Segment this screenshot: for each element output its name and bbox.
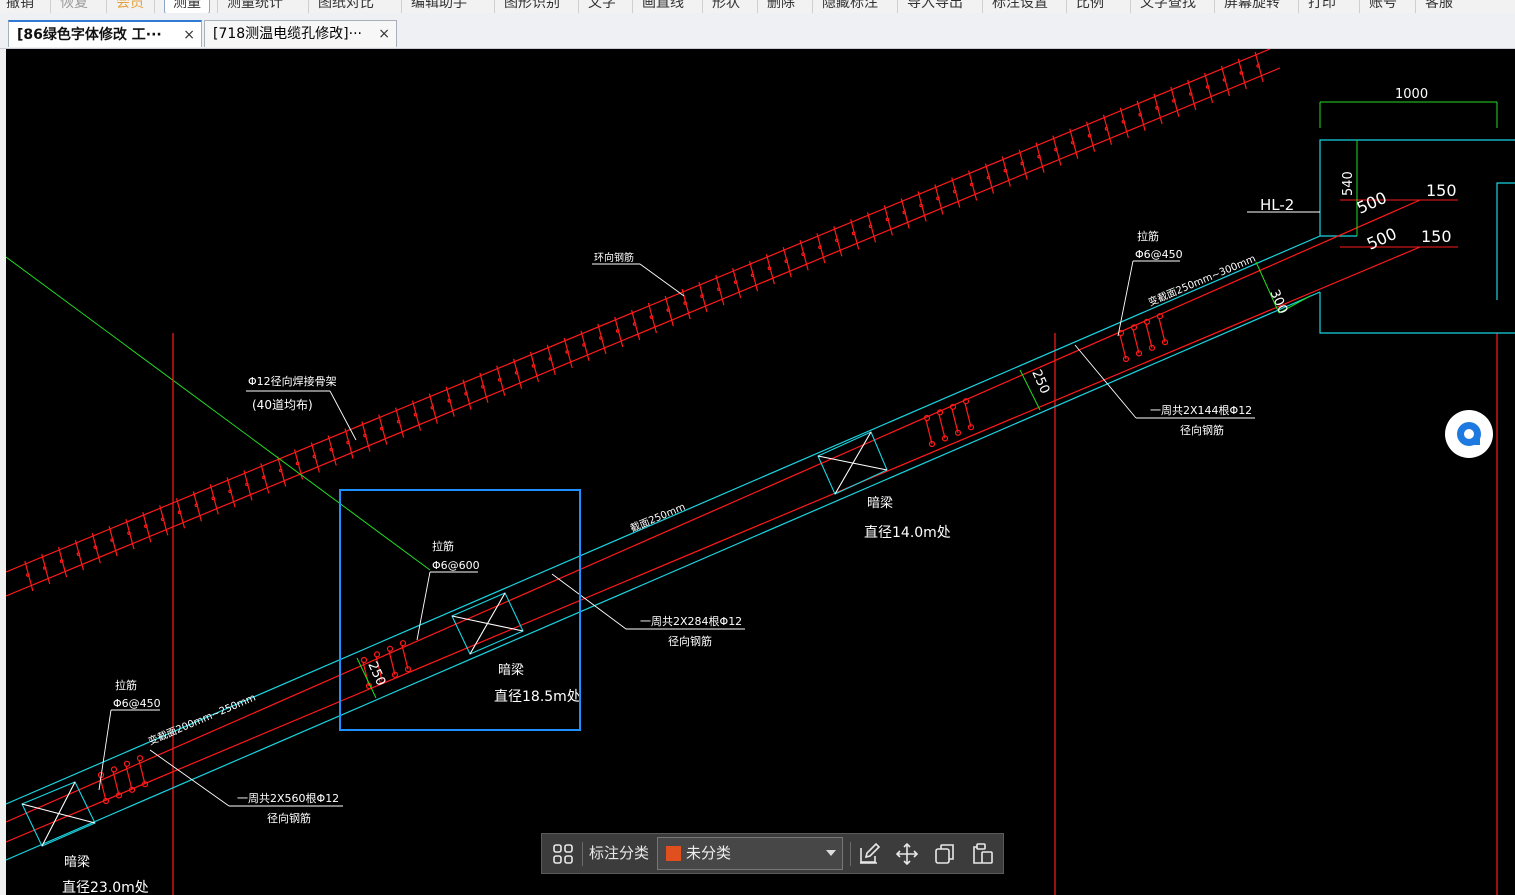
label-radial-560-sub: 径向钢筋 [267,811,311,825]
menu-item[interactable]: 标注设置 [992,0,1048,13]
tab-label: [718测温电缆孔修改]··· [213,26,362,42]
label-ring-rebar: 环向钢筋 [594,251,634,264]
label-radial-284: 一周共2X284根Φ12 [640,614,742,628]
menu-item[interactable]: 隐藏标注 [822,0,878,13]
label-phi12-count: (40道均布) [252,398,313,412]
menu-item[interactable]: 账号 [1369,0,1397,13]
menu-separator [982,0,983,13]
menu-separator [1415,0,1416,13]
tab-label: [86绿色字体修改 工··· [17,27,162,43]
menu-item[interactable]: 打印 [1308,0,1336,13]
menu-item[interactable]: 文字 [588,0,616,13]
label-hidden-beam-14: 暗梁 [867,496,893,511]
label-tie-mid-spec: Φ6@600 [432,559,480,572]
menu-separator [308,0,309,13]
menu-item[interactable]: 图形识别 [504,0,560,13]
menu-item[interactable]: 导入导出 [907,0,963,13]
dim-150a: 150 [1426,181,1457,200]
menu-item[interactable]: 测量 [164,0,210,13]
menu-item[interactable]: 比例 [1076,0,1104,13]
category-label: 标注分类 [589,844,650,862]
menu-item[interactable]: 图纸对比 [318,0,374,13]
menu-separator [1298,0,1299,13]
drawing-canvas[interactable]: 1000 540 500 150 500 150 300 250 250 HL-… [6,49,1515,895]
menu-separator [217,0,218,13]
menu-item[interactable]: 测量统计 [227,0,283,13]
label-hidden-beam-185: 暗梁 [498,663,524,678]
label-radial-284-sub: 径向钢筋 [668,634,712,648]
edit-icon[interactable] [857,842,881,866]
toolbar-separator [850,842,851,866]
menu-item[interactable]: 画直线 [642,0,684,13]
menu-separator [757,0,758,13]
grid-icon[interactable] [551,842,575,866]
toolbar-separator [582,842,583,866]
assistant-icon [1457,422,1481,446]
menu-item[interactable]: 文字查找 [1140,0,1196,13]
close-icon[interactable]: × [183,22,195,47]
menu-separator [50,0,51,13]
label-diameter-23: 直径23.0m处 [62,879,149,895]
move-icon[interactable] [895,842,919,866]
menu-separator [494,0,495,13]
label-radial-560: 一周共2X560根Φ12 [237,791,339,805]
menu-bar: 撤销 恢复 会员 测量 测量统计 图纸对比 编辑助手 图形识别 文字 画直线 形状 删除 隐藏标注 导入导… [0,0,1515,13]
tab-718-cable-hole[interactable]: [718测温电缆孔修改]··· × [204,20,397,47]
menu-item[interactable]: 形状 [712,0,740,13]
menu-separator [1066,0,1067,13]
menu-separator [1130,0,1131,13]
label-diameter-14: 直径14.0m处 [864,524,951,541]
menu-separator [812,0,813,13]
menu-separator [632,0,633,13]
category-dropdown[interactable]: 未分类 [657,837,843,870]
label-tie-mid: 拉筋 [432,539,454,553]
dim-540: 540 [1341,171,1356,196]
annotation-toolbar: 标注分类 未分类 [541,833,1004,874]
chevron-down-icon [826,850,836,856]
label-hidden-beam-23: 暗梁 [64,855,90,870]
label-radial-144: 一周共2X144根Φ12 [1150,403,1252,417]
label-phi12-frame: Φ12径向焊接骨架 [248,374,337,388]
tab-86-green-font[interactable]: [86绿色字体修改 工··· × [8,20,202,47]
copy-icon[interactable] [933,842,957,866]
assistant-float-button[interactable] [1445,410,1493,458]
menu-separator [154,0,155,13]
menu-separator [897,0,898,13]
category-value: 未分类 [686,844,732,862]
menu-separator [401,0,402,13]
menu-item[interactable]: 恢复 [60,0,88,13]
close-icon[interactable]: × [378,21,390,47]
menu-separator [578,0,579,13]
label-tie-bot-spec: Φ6@450 [113,697,161,710]
tab-bar: [86绿色字体修改 工··· × [718测温电缆孔修改]··· × [0,13,1515,49]
menu-separator [106,0,107,13]
menu-item[interactable]: 编辑助手 [411,0,467,13]
label-radial-144-sub: 径向钢筋 [1180,423,1224,437]
menu-item[interactable]: 屏幕旋转 [1224,0,1280,13]
label-diameter-185: 直径18.5m处 [494,688,581,705]
label-tie-top-spec: Φ6@450 [1135,248,1183,261]
menu-separator [702,0,703,13]
menu-item[interactable]: 删除 [767,0,795,13]
category-color-swatch [666,846,681,861]
menu-separator [1214,0,1215,13]
canvas-background [6,49,1515,895]
menu-separator [1359,0,1360,13]
label-tie-bot: 拉筋 [115,678,137,692]
label-tie-top: 拉筋 [1137,229,1159,243]
paste-icon[interactable] [971,842,995,866]
menu-item[interactable]: 会员 [116,0,144,13]
dim-150b: 150 [1421,227,1452,246]
menu-item[interactable]: 撤销 [6,0,34,13]
dim-1000: 1000 [1395,87,1428,102]
menu-item[interactable]: 客服 [1425,0,1453,13]
label-hl2: HL-2 [1260,196,1294,214]
